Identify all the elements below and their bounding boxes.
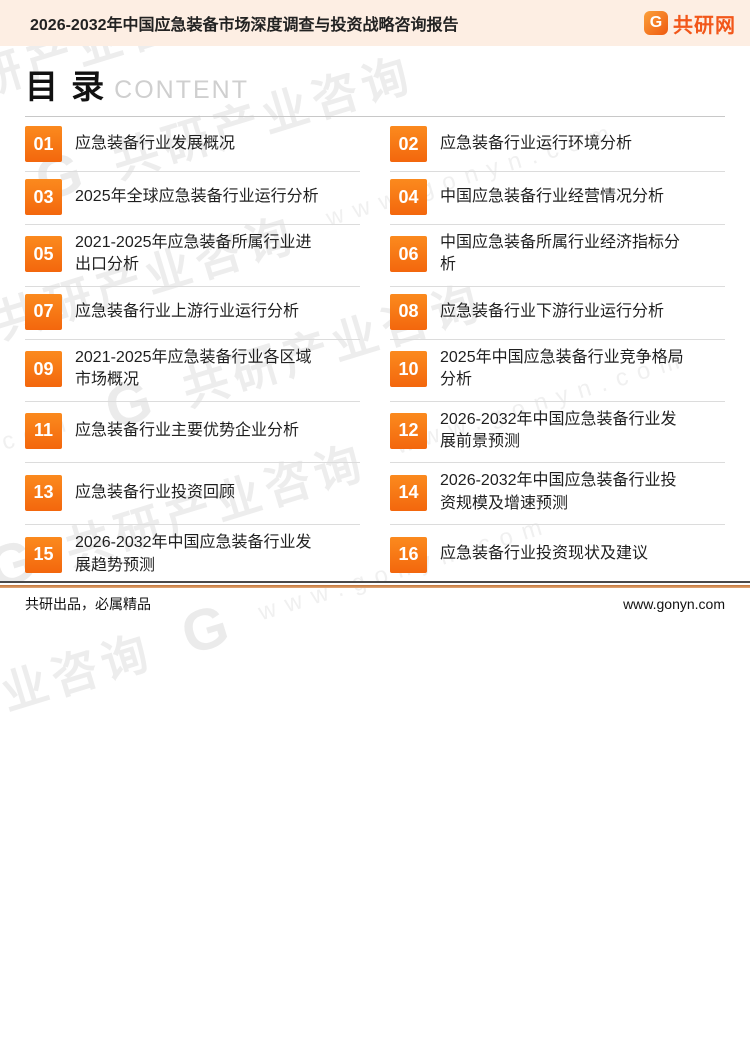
- toc-item: 13 应急装备行业投资回顾: [25, 463, 360, 525]
- toc-item: 16 应急装备行业投资现状及建议: [390, 525, 725, 587]
- watermark-brand-text: 共研产业咨询: [0, 615, 161, 769]
- toc-item-number-badge: 16: [390, 537, 427, 573]
- toc-item: 11 应急装备行业主要优势企业分析: [25, 402, 360, 464]
- toc-item-number-badge: 14: [390, 475, 427, 511]
- toc-item: 09 2021-2025年应急装备行业各区域市场概况: [25, 340, 360, 402]
- footer-bar: 共研出品，必属精品 www.gonyn.com: [0, 581, 750, 622]
- toc-item-title: 2025年中国应急装备行业竞争格局分析: [440, 347, 692, 392]
- toc-item: 05 2021-2025年应急装备所属行业进出口分析: [25, 225, 360, 287]
- toc-heading: 目 录 CONTENT: [25, 60, 725, 117]
- footer-website-link[interactable]: www.gonyn.com: [623, 596, 725, 612]
- toc-item: 08 应急装备行业下游行业运行分析: [390, 287, 725, 340]
- toc-item: 12 2026-2032年中国应急装备行业发展前景预测: [390, 402, 725, 464]
- toc-item-title: 2026-2032年中国应急装备行业发展前景预测: [440, 409, 692, 454]
- toc-item: 14 2026-2032年中国应急装备行业投资规模及增速预测: [390, 463, 725, 525]
- toc-item-title: 应急装备行业下游行业运行分析: [440, 301, 664, 323]
- toc-item: 02 应急装备行业运行环境分析: [390, 119, 725, 172]
- toc-item-title: 应急装备行业主要优势企业分析: [75, 420, 299, 442]
- footer-row: 共研出品，必属精品 www.gonyn.com: [0, 588, 750, 622]
- toc-item: 07 应急装备行业上游行业运行分析: [25, 287, 360, 340]
- toc-heading-cn: 目 录: [25, 60, 106, 108]
- site-logo[interactable]: G 共研网: [644, 9, 736, 38]
- toc-item-number-badge: 13: [25, 475, 62, 511]
- toc-item-title: 2026-2032年中国应急装备行业投资规模及增速预测: [440, 470, 692, 515]
- toc-item-title: 2026-2032年中国应急装备行业发展趋势预测: [75, 532, 327, 577]
- toc-item-title: 2021-2025年应急装备所属行业进出口分析: [75, 232, 327, 277]
- toc-item-title: 2025年全球应急装备行业运行分析: [75, 186, 319, 208]
- report-title: 2026-2032年中国应急装备市场深度调查与投资战略咨询报告: [30, 11, 459, 35]
- toc-item-number-badge: 09: [25, 351, 62, 387]
- footer-slogan: 共研出品，必属精品: [25, 594, 151, 614]
- toc-item-title: 应急装备行业上游行业运行分析: [75, 301, 299, 323]
- toc-item-number-badge: 12: [390, 413, 427, 449]
- toc-item: 10 2025年中国应急装备行业竞争格局分析: [390, 340, 725, 402]
- toc-item-number-badge: 02: [390, 126, 427, 162]
- toc-item-title: 中国应急装备行业经营情况分析: [440, 186, 664, 208]
- toc-item-number-badge: 10: [390, 351, 427, 387]
- toc-item-number-badge: 04: [390, 179, 427, 215]
- toc-grid: 01 应急装备行业发展概况 02 应急装备行业运行环境分析 03 2025年全球…: [25, 119, 725, 587]
- toc-item: 04 中国应急装备行业经营情况分析: [390, 172, 725, 225]
- toc-item-title: 中国应急装备所属行业经济指标分析: [440, 232, 692, 277]
- toc-item: 03 2025年全球应急装备行业运行分析: [25, 172, 360, 225]
- toc-heading-en: CONTENT: [114, 76, 249, 105]
- toc-item-title: 应急装备行业投资回顾: [75, 482, 235, 504]
- toc-item: 06 中国应急装备所属行业经济指标分析: [390, 225, 725, 287]
- toc-item-title: 应急装备行业发展概况: [75, 133, 235, 155]
- toc-item: 15 2026-2032年中国应急装备行业发展趋势预测: [25, 525, 360, 587]
- toc-item-number-badge: 05: [25, 236, 62, 272]
- toc-item-number-badge: 11: [25, 413, 62, 449]
- brand-name: 共研网: [673, 9, 736, 38]
- toc-item-title: 2021-2025年应急装备行业各区域市场概况: [75, 347, 327, 392]
- toc-item-number-badge: 08: [390, 294, 427, 330]
- toc-item-title: 应急装备行业运行环境分析: [440, 133, 632, 155]
- toc-item-number-badge: 01: [25, 126, 62, 162]
- toc-item-number-badge: 15: [25, 537, 62, 573]
- toc-item-title: 应急装备行业投资现状及建议: [440, 543, 648, 565]
- toc-item-number-badge: 07: [25, 294, 62, 330]
- toc-item: 01 应急装备行业发展概况: [25, 119, 360, 172]
- toc-item-number-badge: 06: [390, 236, 427, 272]
- toc-page: 目 录 CONTENT 01 应急装备行业发展概况 02 应急装备行业运行环境分…: [0, 60, 750, 587]
- brand-g-icon: G: [644, 11, 668, 35]
- toc-item-number-badge: 03: [25, 179, 62, 215]
- header-bar: 2026-2032年中国应急装备市场深度调查与投资战略咨询报告 G 共研网: [0, 0, 750, 46]
